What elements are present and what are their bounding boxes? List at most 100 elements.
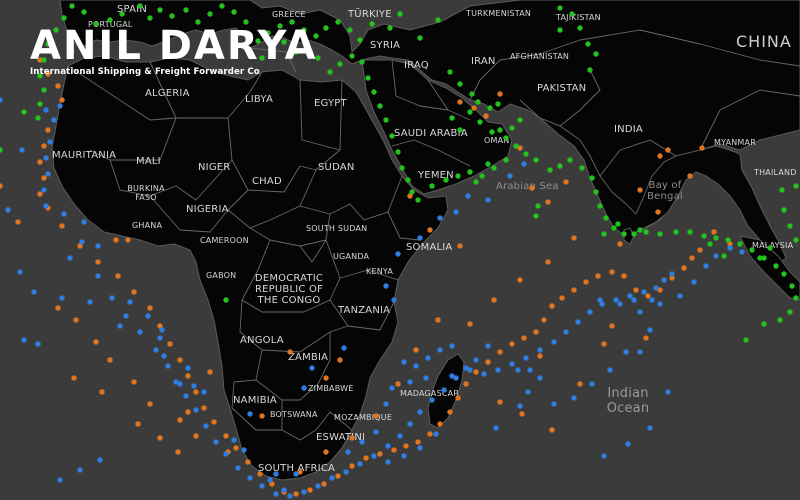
bulk-vessel-marker[interactable] [497,399,503,405]
bulk-vessel-marker[interactable] [147,305,153,311]
container-vessel-marker[interactable] [417,409,423,415]
tanker-vessel-marker[interactable] [781,207,787,213]
container-vessel-marker[interactable] [371,453,377,459]
bulk-vessel-marker[interactable] [457,243,463,249]
container-vessel-marker[interactable] [407,421,413,427]
tanker-vessel-marker[interactable] [37,101,43,107]
bulk-vessel-marker[interactable] [131,289,137,295]
bulk-vessel-marker[interactable] [307,487,313,493]
container-vessel-marker[interactable] [51,117,57,123]
container-vessel-marker[interactable] [79,239,85,245]
bulk-vessel-marker[interactable] [541,317,547,323]
bulk-vessel-marker[interactable] [601,341,607,347]
container-vessel-marker[interactable] [437,347,443,353]
tanker-vessel-marker[interactable] [589,175,595,181]
container-vessel-marker[interactable] [183,393,189,399]
bulk-vessel-marker[interactable] [73,317,79,323]
container-vessel-marker[interactable] [417,445,423,451]
bulk-vessel-marker[interactable] [59,223,65,229]
bulk-vessel-marker[interactable] [335,473,341,479]
tanker-vessel-marker[interactable] [107,17,113,23]
tanker-vessel-marker[interactable] [593,51,599,57]
container-vessel-marker[interactable] [637,309,643,315]
container-vessel-marker[interactable] [551,401,557,407]
tanker-vessel-marker[interactable] [611,225,617,231]
tanker-vessel-marker[interactable] [337,61,343,67]
container-vessel-marker[interactable] [463,365,469,371]
container-vessel-marker[interactable] [383,283,389,289]
bulk-vessel-marker[interactable] [509,341,515,347]
bulk-vessel-marker[interactable] [545,199,551,205]
container-vessel-marker[interactable] [441,387,447,393]
container-vessel-marker[interactable] [437,215,443,221]
shipping-map[interactable]: SPAIN PORTUGAL GREECE TÜRKIYE TURKMENIST… [0,0,800,500]
tanker-vessel-marker[interactable] [383,117,389,123]
bulk-vessel-marker[interactable] [485,359,491,365]
tanker-vessel-marker[interactable] [497,127,503,133]
bulk-vessel-marker[interactable] [687,173,693,179]
tanker-vessel-marker[interactable] [81,9,87,15]
tanker-vessel-marker[interactable] [793,183,799,189]
container-vessel-marker[interactable] [57,103,63,109]
bulk-vessel-marker[interactable] [287,349,293,355]
tanker-vessel-marker[interactable] [347,27,353,33]
tanker-vessel-marker[interactable] [687,229,693,235]
tanker-vessel-marker[interactable] [587,67,593,73]
container-vessel-marker[interactable] [597,297,603,303]
container-vessel-marker[interactable] [397,433,403,439]
tanker-vessel-marker[interactable] [749,247,755,253]
bulk-vessel-marker[interactable] [323,449,329,455]
bulk-vessel-marker[interactable] [681,265,687,271]
container-vessel-marker[interactable] [201,389,207,395]
tanker-vessel-marker[interactable] [415,197,421,203]
container-vessel-marker[interactable] [301,385,307,391]
bulk-vessel-marker[interactable] [157,435,163,441]
bulk-vessel-marker[interactable] [223,433,229,439]
bulk-vessel-marker[interactable] [545,259,551,265]
container-vessel-marker[interactable] [637,349,643,355]
bulk-vessel-marker[interactable] [473,369,479,375]
container-vessel-marker[interactable] [241,447,247,453]
container-vessel-marker[interactable] [389,385,395,391]
bulk-vessel-marker[interactable] [491,297,497,303]
tanker-vessel-marker[interactable] [231,9,237,15]
container-vessel-marker[interactable] [315,483,321,489]
container-vessel-marker[interactable] [231,437,237,443]
bulk-vessel-marker[interactable] [529,185,535,191]
container-vessel-marker[interactable] [507,173,513,179]
container-vessel-marker[interactable] [401,359,407,365]
tanker-vessel-marker[interactable] [219,3,225,9]
bulk-vessel-marker[interactable] [135,421,141,427]
tanker-vessel-marker[interactable] [701,233,707,239]
container-vessel-marker[interactable] [77,467,83,473]
bulk-vessel-marker[interactable] [391,447,397,453]
container-vessel-marker[interactable] [691,279,697,285]
container-vessel-marker[interactable] [45,171,51,177]
bulk-vessel-marker[interactable] [55,305,61,311]
bulk-vessel-marker[interactable] [41,175,47,181]
tanker-vessel-marker[interactable] [0,147,3,153]
bulk-vessel-marker[interactable] [435,317,441,323]
bulk-vessel-marker[interactable] [99,389,105,395]
bulk-vessel-marker[interactable] [645,293,651,299]
bulk-vessel-marker[interactable] [207,369,213,375]
container-vessel-marker[interactable] [165,363,171,369]
bulk-vessel-marker[interactable] [665,147,671,153]
bulk-vessel-marker[interactable] [113,237,119,243]
container-vessel-marker[interactable] [493,425,499,431]
container-vessel-marker[interactable] [31,289,37,295]
bulk-vessel-marker[interactable] [455,395,461,401]
tanker-vessel-marker[interactable] [523,151,529,157]
tanker-vessel-marker[interactable] [743,337,749,343]
bulk-vessel-marker[interactable] [185,409,191,415]
tanker-vessel-marker[interactable] [495,101,501,107]
tanker-vessel-marker[interactable] [707,241,713,247]
container-vessel-marker[interactable] [713,253,719,259]
container-vessel-marker[interactable] [575,319,581,325]
bulk-vessel-marker[interactable] [15,219,21,225]
container-vessel-marker[interactable] [607,367,613,373]
tanker-vessel-marker[interactable] [35,115,41,121]
tanker-vessel-marker[interactable] [757,255,763,261]
tanker-vessel-marker[interactable] [137,3,143,9]
bulk-vessel-marker[interactable] [559,295,565,301]
